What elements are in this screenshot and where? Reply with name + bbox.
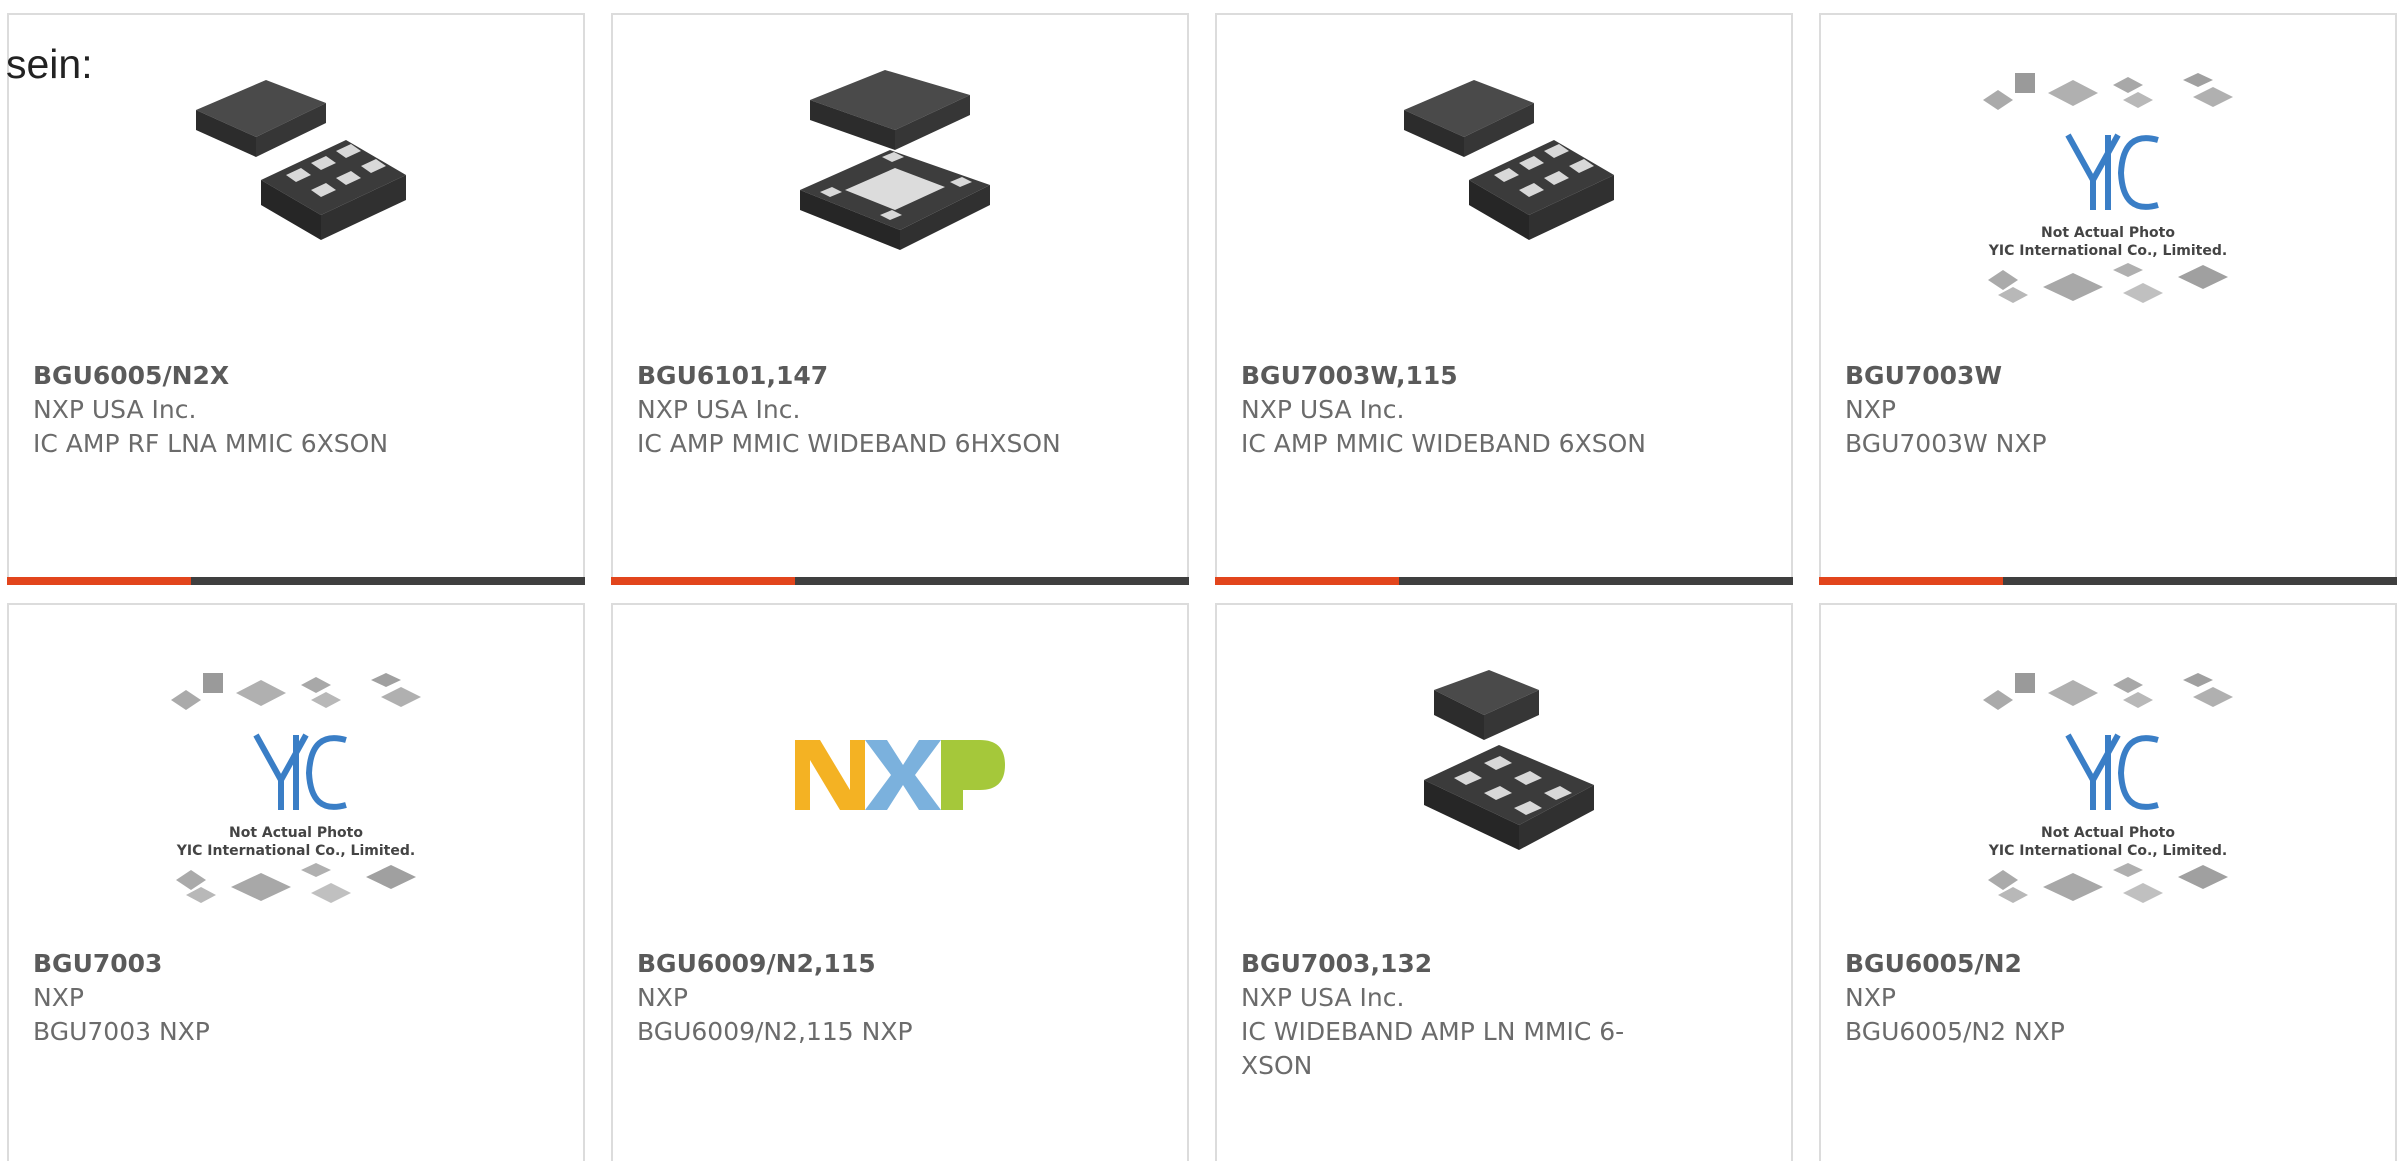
description: IC AMP MMIC WIDEBAND 6HXSON (637, 429, 1061, 458)
product-card[interactable]: BGU7003,132 NXP USA Inc. IC WIDEBAND AMP… (1215, 603, 1793, 1161)
description: IC WIDEBAND AMP LN MMIC 6-XSON (1241, 1017, 1625, 1080)
card-accent (1819, 577, 2003, 585)
card-bottom-bar (611, 577, 1189, 585)
product-image: Not Actual Photo YIC International Co., … (1821, 665, 2395, 925)
yic-placeholder-icon: Not Actual Photo YIC International Co., … (1983, 673, 2233, 903)
manufacturer: NXP USA Inc. (1241, 395, 1405, 424)
card-bottom-bar (7, 577, 585, 585)
product-card[interactable]: BGU6005/N2X NXP USA Inc. IC AMP RF LNA M… (7, 13, 585, 585)
placeholder-line-2: YIC International Co., Limited. (176, 843, 415, 859)
product-info: BGU6005/N2X NXP USA Inc. IC AMP RF LNA M… (33, 359, 463, 461)
placeholder-line-2: YIC International Co., Limited. (1988, 843, 2227, 859)
placeholder-line-1: Not Actual Photo (229, 825, 363, 841)
description: BGU6005/N2 NXP (1845, 1017, 2065, 1046)
description: BGU7003W NXP (1845, 429, 2047, 458)
product-info: BGU7003 NXP BGU7003 NXP (33, 947, 463, 1049)
product-image (613, 665, 1187, 925)
card-accent (1215, 577, 1399, 585)
card-bottom-bar (1215, 577, 1793, 585)
product-info: BGU6101,147 NXP USA Inc. IC AMP MMIC WID… (637, 359, 1067, 461)
product-card[interactable]: Not Actual Photo YIC International Co., … (1819, 13, 2397, 585)
description: IC AMP MMIC WIDEBAND 6XSON (1241, 429, 1646, 458)
part-number-link[interactable]: BGU6009/N2,115 (637, 947, 1067, 981)
dfn-package-icon (1404, 80, 1614, 240)
product-info: BGU7003W,115 NXP USA Inc. IC AMP MMIC WI… (1241, 359, 1671, 461)
product-card[interactable]: BGU6101,147 NXP USA Inc. IC AMP MMIC WID… (611, 13, 1189, 585)
part-number-link[interactable]: BGU6005/N2X (33, 359, 463, 393)
product-info: BGU7003W NXP BGU7003W NXP (1845, 359, 2275, 461)
manufacturer: NXP USA Inc. (1241, 983, 1405, 1012)
product-grid-page: sein: BGU6005/N2X NXP USA Inc. IC AMP RF… (0, 0, 2400, 1161)
part-number-link[interactable]: BGU7003W,115 (1241, 359, 1671, 393)
manufacturer: NXP (1845, 395, 1896, 424)
nxp-logo-icon (795, 740, 1005, 810)
manufacturer: NXP USA Inc. (637, 395, 801, 424)
product-image: Not Actual Photo YIC International Co., … (9, 665, 583, 925)
card-accent (611, 577, 795, 585)
part-number-link[interactable]: BGU7003,132 (1241, 947, 1671, 981)
manufacturer: NXP (33, 983, 84, 1012)
dfn-package-icon (1424, 670, 1594, 850)
manufacturer: NXP USA Inc. (33, 395, 197, 424)
dfn-package-icon (196, 80, 406, 240)
part-number-link[interactable]: BGU7003W (1845, 359, 2275, 393)
intro-text: sein: (6, 41, 93, 87)
card-bottom-bar (1819, 577, 2397, 585)
description: BGU6009/N2,115 NXP (637, 1017, 913, 1046)
product-image (1217, 65, 1791, 325)
yic-placeholder-icon: Not Actual Photo YIC International Co., … (171, 673, 421, 903)
placeholder-line-1: Not Actual Photo (2041, 225, 2175, 241)
product-card[interactable]: Not Actual Photo YIC International Co., … (7, 603, 585, 1161)
product-card[interactable]: Not Actual Photo YIC International Co., … (1819, 603, 2397, 1161)
part-number-link[interactable]: BGU7003 (33, 947, 463, 981)
part-number-link[interactable]: BGU6101,147 (637, 359, 1067, 393)
product-info: BGU7003,132 NXP USA Inc. IC WIDEBAND AMP… (1241, 947, 1671, 1083)
product-card[interactable]: BGU7003W,115 NXP USA Inc. IC AMP MMIC WI… (1215, 13, 1793, 585)
part-number-link[interactable]: BGU6005/N2 (1845, 947, 2275, 981)
manufacturer: NXP (637, 983, 688, 1012)
placeholder-line-1: Not Actual Photo (2041, 825, 2175, 841)
product-image (1217, 665, 1791, 925)
placeholder-line-2: YIC International Co., Limited. (1988, 243, 2227, 259)
product-image (9, 65, 583, 325)
yic-placeholder-icon: Not Actual Photo YIC International Co., … (1983, 73, 2233, 303)
product-image (613, 65, 1187, 325)
description: BGU7003 NXP (33, 1017, 210, 1046)
product-image: Not Actual Photo YIC International Co., … (1821, 65, 2395, 325)
manufacturer: NXP (1845, 983, 1896, 1012)
card-accent (7, 577, 191, 585)
description: IC AMP RF LNA MMIC 6XSON (33, 429, 389, 458)
product-info: BGU6005/N2 NXP BGU6005/N2 NXP (1845, 947, 2275, 1049)
product-info: BGU6009/N2,115 NXP BGU6009/N2,115 NXP (637, 947, 1067, 1049)
dfn-package-icon (800, 70, 990, 250)
product-card[interactable]: BGU6009/N2,115 NXP BGU6009/N2,115 NXP (611, 603, 1189, 1161)
